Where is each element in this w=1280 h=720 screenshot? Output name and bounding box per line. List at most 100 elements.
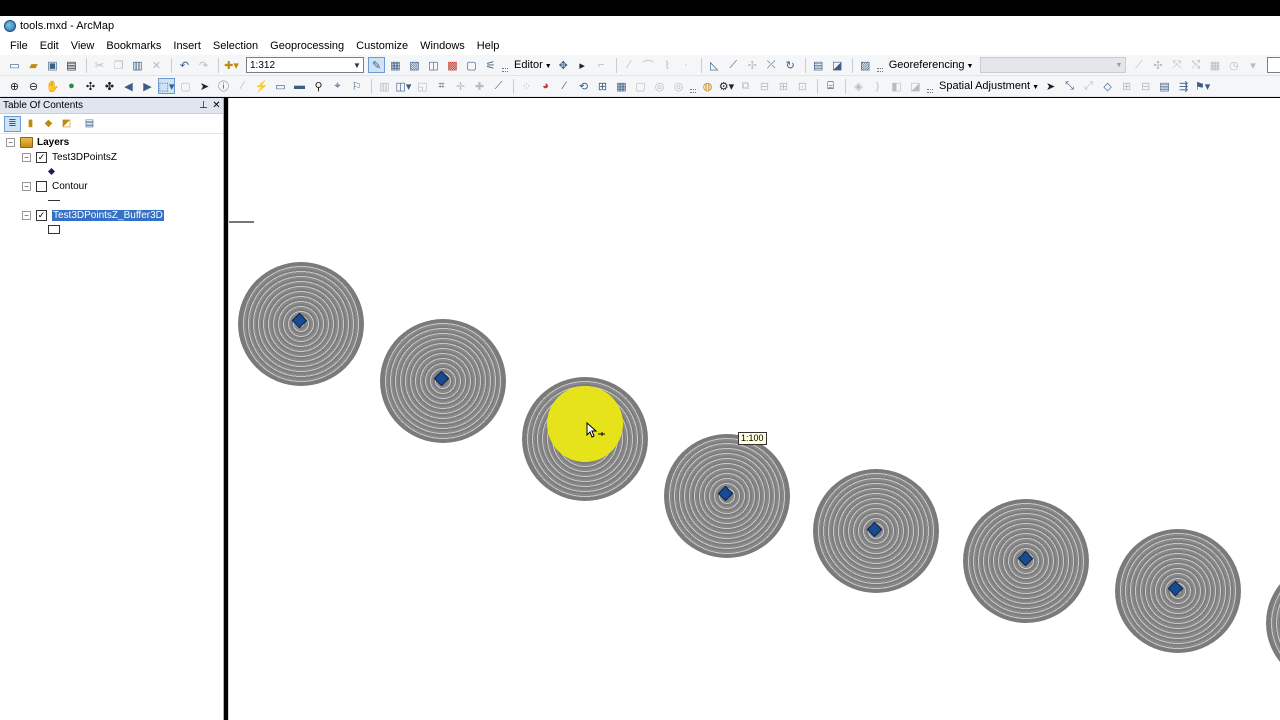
rotate-icon[interactable]: ↻	[782, 57, 799, 73]
layer-row-test3dpointsz[interactable]: − ✓ Test3DPointsZ	[22, 150, 117, 164]
trace-icon[interactable]: ⌇	[659, 57, 676, 73]
layer-visibility-checkbox[interactable]	[36, 180, 47, 192]
distribute-icon[interactable]: ⊞	[775, 78, 792, 94]
snap-point-icon[interactable]: ✚	[471, 78, 488, 94]
swipe-icon[interactable]: ⟩	[869, 78, 886, 94]
draw-line-icon[interactable]: ⟋	[490, 78, 507, 94]
delete-icon[interactable]: ✕	[148, 57, 165, 73]
menu-selection[interactable]: Selection	[207, 40, 264, 52]
straight-segment-icon[interactable]: ⌐	[593, 57, 610, 73]
snap-icon[interactable]: ✛	[452, 78, 469, 94]
attributes-icon[interactable]: ▤	[810, 57, 827, 73]
arc-icon[interactable]: ⌒	[640, 57, 657, 73]
zoom-out-icon[interactable]: ⊖	[25, 78, 42, 94]
table-of-contents-icon[interactable]: ▦	[387, 57, 404, 73]
auto-registration-icon[interactable]: ◷	[1225, 57, 1242, 73]
python-window-icon[interactable]: ▢	[463, 57, 480, 73]
layer-row-buffer3d[interactable]: − ✓ Test3DPointsZ_Buffer3D	[22, 208, 165, 222]
redo-icon[interactable]: ↷	[195, 57, 212, 73]
multiple-links-icon[interactable]: ◇	[1099, 78, 1116, 94]
save-icon[interactable]: ▣	[44, 57, 61, 73]
georef-field[interactable]	[1267, 57, 1280, 73]
hyperlink-icon[interactable]: ⚡	[253, 78, 270, 94]
map-scale-combo[interactable]: 1:312 ▼	[246, 57, 364, 73]
interpolate-icon[interactable]: ⁘	[518, 78, 535, 94]
toolbar-grip[interactable]	[927, 89, 933, 93]
network-icon[interactable]: ⌗	[433, 78, 450, 94]
topology-icon[interactable]: ◱	[414, 78, 431, 94]
edit-vertices-icon[interactable]: ◺	[706, 57, 723, 73]
order-icon[interactable]: ⊡	[794, 78, 811, 94]
info-window-icon[interactable]: ▭	[272, 78, 289, 94]
chevron-down-icon[interactable]: ▼	[1116, 62, 1123, 69]
contour-icon[interactable]: ⊞	[594, 78, 611, 94]
back-extent-icon[interactable]: ◀	[120, 78, 137, 94]
georeferencing-menu[interactable]: Georeferencing ▼	[886, 59, 977, 71]
find-route-icon[interactable]: ⌖	[329, 78, 346, 94]
find-icon[interactable]: ⚲	[310, 78, 327, 94]
menu-edit[interactable]: Edit	[34, 40, 65, 52]
create-features-icon[interactable]: ▨	[857, 57, 874, 73]
profile-graph-icon[interactable]: ▦	[613, 78, 630, 94]
layer-visibility-checkbox[interactable]: ✓	[36, 151, 47, 163]
layer-row-contour[interactable]: − Contour	[22, 179, 88, 193]
list-by-source-icon[interactable]: ▮	[22, 116, 39, 132]
line-of-sight-icon[interactable]: ⁄	[556, 78, 573, 94]
stack-icon[interactable]: ◍	[699, 78, 716, 94]
layer-legend-symbol[interactable]	[48, 193, 60, 207]
edit-tool-icon[interactable]: ✥	[555, 57, 572, 73]
undo-icon[interactable]: ↶	[176, 57, 193, 73]
select-pointer-icon[interactable]: ➤	[1042, 78, 1059, 94]
zoom-in-icon[interactable]: ⊕	[6, 78, 23, 94]
link-table-icon[interactable]: ▤	[1156, 78, 1173, 94]
html-popup-icon[interactable]: ⁄	[234, 78, 251, 94]
view-link-table-icon[interactable]: ▦	[1206, 57, 1223, 73]
collapse-icon[interactable]: −	[22, 210, 31, 220]
rotate-georef-icon[interactable]: ⟋	[1130, 57, 1147, 73]
catalog-icon[interactable]: ▧	[406, 57, 423, 73]
sketch-properties-icon[interactable]: ◪	[829, 57, 846, 73]
steepest-path-icon[interactable]: ⟲	[575, 78, 592, 94]
fixed-zoom-in-icon[interactable]: ✣	[82, 78, 99, 94]
pan-hand-icon[interactable]: ✋	[44, 78, 61, 94]
new-displacement-link-icon[interactable]: ⤡	[1061, 78, 1078, 94]
collapse-icon[interactable]: −	[22, 181, 31, 191]
group-icon[interactable]: ⧉	[737, 78, 754, 94]
buffer-polygon[interactable]	[1266, 561, 1280, 685]
list-by-visibility-icon[interactable]: ◆	[40, 116, 57, 132]
close-icon[interactable]: ✕	[210, 100, 223, 111]
identify-icon[interactable]: ⓘ	[215, 78, 232, 94]
fixed-zoom-out-icon[interactable]: ✤	[101, 78, 118, 94]
effects-icon[interactable]: ◈	[850, 78, 867, 94]
edit-annotation-icon[interactable]: ▸	[574, 57, 591, 73]
full-extent-icon[interactable]: ●	[63, 78, 80, 94]
chevron-down-icon[interactable]: ▼	[351, 58, 363, 72]
time-slider-icon[interactable]: ▥	[376, 78, 393, 94]
shift-icon[interactable]: ✣	[1149, 57, 1166, 73]
diamond-symbol-icon[interactable]	[47, 167, 56, 175]
limited-adjustment-icon[interactable]: ⊟	[1137, 78, 1154, 94]
arctoolbox-icon[interactable]: ▩	[444, 57, 461, 73]
model-builder-icon[interactable]: ⚟	[482, 57, 499, 73]
menu-bookmarks[interactable]: Bookmarks	[100, 40, 167, 52]
copy-icon[interactable]: ❐	[110, 57, 127, 73]
layer-legend-symbol[interactable]	[48, 222, 60, 236]
menu-view[interactable]: View	[65, 40, 101, 52]
globe-icon[interactable]: ◕	[537, 78, 554, 94]
select-features-icon[interactable]: ⬚▾	[158, 78, 175, 94]
buffer-polygon-highlighted[interactable]	[522, 377, 648, 501]
toolbar-grip[interactable]	[876, 68, 883, 72]
new-document-icon[interactable]: ▭	[6, 57, 23, 73]
options-icon[interactable]: ▤	[81, 116, 98, 132]
create-viewer-icon[interactable]: ◫▾	[395, 78, 412, 94]
paste-icon[interactable]: ▥	[129, 57, 146, 73]
menu-customize[interactable]: Customize	[350, 40, 414, 52]
attribute-transfer-icon[interactable]: ⇶	[1175, 78, 1192, 94]
collapse-icon[interactable]: −	[22, 152, 31, 162]
more-georef-icon[interactable]: ▾	[1244, 57, 1261, 73]
menu-geoprocessing[interactable]: Geoprocessing	[264, 40, 350, 52]
menu-file[interactable]: File	[4, 40, 34, 52]
sketch-icon[interactable]: ⁄	[621, 57, 638, 73]
add-control-points-icon[interactable]: ⤭	[1187, 57, 1204, 73]
go-to-xy-icon[interactable]: ⚐	[348, 78, 365, 94]
